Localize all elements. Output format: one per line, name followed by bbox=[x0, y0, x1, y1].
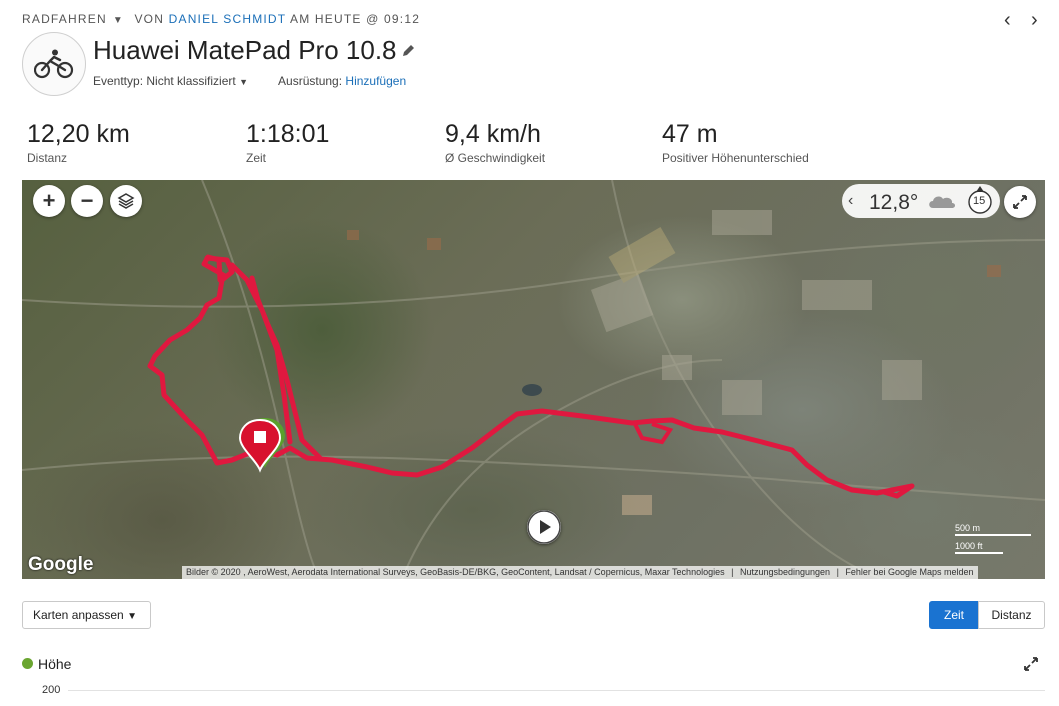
chevron-left-icon[interactable]: ‹ bbox=[848, 192, 853, 210]
google-logo: Google bbox=[28, 554, 94, 575]
user-link[interactable]: DANIEL SCHMIDT bbox=[169, 12, 286, 26]
distance-label: Distanz bbox=[27, 151, 68, 165]
activity-title[interactable]: Huawei MatePad Pro 10.8 bbox=[93, 35, 397, 66]
distance-value: 12,20 km bbox=[27, 120, 130, 148]
previous-activity-icon[interactable]: ‹ bbox=[1004, 10, 1011, 30]
finish-pin-icon[interactable] bbox=[238, 418, 282, 473]
adjust-maps-button[interactable]: Karten anpassen ▼ bbox=[22, 601, 151, 629]
activity-meta: Eventtyp: Nicht klassifiziert ▼ Ausrüstu… bbox=[93, 74, 406, 88]
map-fullscreen-button[interactable] bbox=[1004, 186, 1036, 218]
report-error-link[interactable]: Fehler bei Google Maps melden bbox=[845, 567, 973, 577]
expand-icon bbox=[1013, 195, 1027, 209]
play-route-button[interactable] bbox=[527, 510, 561, 544]
activity-date: AM HEUTE @ 09:12 bbox=[289, 12, 421, 26]
breadcrumb: RADFAHREN ▼ VON DANIEL SCHMIDT AM HEUTE @… bbox=[22, 12, 420, 26]
y-axis-tick-label: 200 bbox=[42, 684, 61, 696]
elevation-gain-label: Positiver Höhenunterschied bbox=[662, 151, 809, 165]
elevation-legend-dot bbox=[22, 658, 33, 669]
next-activity-icon[interactable]: › bbox=[1031, 10, 1038, 30]
event-type-dropdown[interactable]: Nicht klassifiziert bbox=[146, 74, 235, 88]
elevation-gain-value: 47 m bbox=[662, 120, 718, 148]
map-attribution: Bilder © 2020 , AeroWest, Aerodata Inter… bbox=[182, 566, 978, 579]
zoom-in-button[interactable]: + bbox=[33, 185, 65, 217]
weather-widget[interactable]: ‹ 12,8° 15 bbox=[842, 184, 1000, 218]
avg-speed-label: Ø Geschwindigkeit bbox=[445, 151, 546, 165]
activity-icon bbox=[22, 32, 86, 96]
event-type-label: Eventtyp: bbox=[93, 74, 144, 88]
activity-type-dropdown[interactable]: RADFAHREN ▼ bbox=[22, 12, 130, 26]
caret-down-icon: ▼ bbox=[112, 15, 124, 26]
zoom-out-button[interactable]: − bbox=[71, 185, 103, 217]
avg-speed-value: 9,4 km/h bbox=[445, 120, 541, 148]
by-label: VON bbox=[134, 12, 165, 26]
time-value: 1:18:01 bbox=[246, 120, 330, 148]
map-scale-imperial: 1000 ft bbox=[955, 541, 1003, 554]
map-scale-metric: 500 m bbox=[955, 523, 1031, 536]
edit-pencil-icon[interactable] bbox=[402, 44, 415, 57]
temperature: 12,8° bbox=[869, 191, 919, 214]
time-label: Zeit bbox=[246, 151, 267, 165]
grid-line bbox=[68, 690, 1045, 691]
toggle-time-button[interactable]: Zeit bbox=[929, 601, 979, 629]
gear-label: Ausrüstung: bbox=[278, 74, 343, 88]
cycling-icon bbox=[34, 49, 74, 79]
wind-speed: 15 bbox=[973, 195, 986, 207]
caret-down-icon: ▼ bbox=[127, 611, 137, 622]
toggle-distance-button[interactable]: Distanz bbox=[978, 601, 1045, 629]
caret-down-icon: ▼ bbox=[239, 77, 248, 87]
route-map[interactable]: + − ‹ 12,8° 15 Google 500 m 1000 ft Bild… bbox=[22, 180, 1045, 579]
elevation-title: Höhe bbox=[38, 656, 72, 672]
layers-icon bbox=[117, 193, 135, 209]
terms-link[interactable]: Nutzungsbedingungen bbox=[740, 567, 830, 577]
map-layers-button[interactable] bbox=[110, 185, 142, 217]
chart-expand-icon[interactable] bbox=[1024, 657, 1038, 671]
cloud-icon bbox=[929, 196, 955, 208]
play-icon bbox=[527, 510, 561, 544]
add-gear-link[interactable]: Hinzufügen bbox=[345, 74, 406, 88]
